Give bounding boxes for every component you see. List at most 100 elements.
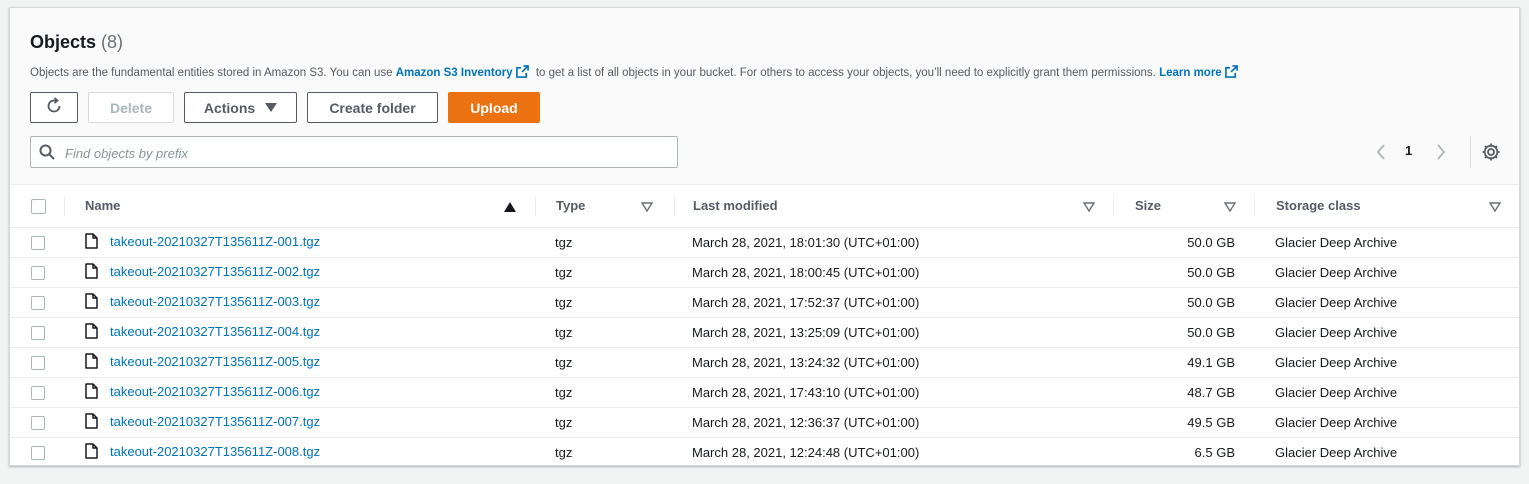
object-name-link[interactable]: takeout-20210327T135611Z-006.tgz (110, 383, 320, 398)
table-row[interactable]: takeout-20210327T135611Z-006.tgz tgz Mar… (10, 377, 1519, 407)
name-cell: takeout-20210327T135611Z-003.tgz (65, 287, 536, 317)
column-header-name[interactable]: Name (65, 185, 536, 227)
sort-icon[interactable] (1223, 200, 1237, 215)
external-link-icon[interactable] (1224, 65, 1238, 81)
refresh-button[interactable] (30, 92, 78, 123)
object-name-link[interactable]: takeout-20210327T135611Z-008.tgz (110, 444, 320, 459)
row-select-cell (10, 257, 65, 287)
column-storage-class-label: Storage class (1276, 198, 1361, 214)
last-modified-cell: March 28, 2021, 17:52:37 (UTC+01:00) (692, 294, 920, 310)
object-name-link[interactable]: takeout-20210327T135611Z-002.tgz (110, 263, 320, 278)
column-header-storage-class[interactable]: Storage class (1255, 185, 1519, 227)
row-checkbox[interactable] (31, 265, 45, 280)
table-body: takeout-20210327T135611Z-001.tgz tgz Mar… (10, 227, 1519, 467)
table-row[interactable]: takeout-20210327T135611Z-003.tgz tgz Mar… (10, 287, 1519, 317)
description-text-1: Objects are the fundamental entities sto… (30, 67, 393, 79)
size-cell: 50.0 GB (1187, 294, 1235, 310)
column-last-modified-label: Last modified (693, 198, 778, 214)
caret-down-icon (265, 103, 278, 112)
row-select-cell (10, 407, 65, 437)
storage-class-cell: Glacier Deep Archive (1275, 384, 1398, 400)
row-checkbox[interactable] (31, 385, 45, 400)
description-text-2: to get a list of all objects in your buc… (535, 67, 1156, 79)
file-icon (85, 322, 98, 342)
object-name-link[interactable]: takeout-20210327T135611Z-001.tgz (110, 233, 320, 248)
objects-description: Objects are the fundamental entities sto… (30, 65, 1242, 81)
search-input[interactable] (63, 137, 667, 169)
object-name-link[interactable]: takeout-20210327T135611Z-007.tgz (110, 413, 320, 428)
type-cell: tgz (555, 294, 573, 310)
name-cell: takeout-20210327T135611Z-001.tgz (65, 227, 536, 257)
file-icon (85, 352, 98, 372)
size-cell: 6.5 GB (1194, 444, 1235, 460)
file-icon (85, 292, 98, 312)
type-cell: tgz (555, 444, 573, 460)
storage-class-cell: Glacier Deep Archive (1275, 324, 1398, 340)
delete-button[interactable]: Delete (88, 92, 174, 123)
sort-icon[interactable] (1488, 200, 1502, 215)
size-cell: 50.0 GB (1187, 264, 1235, 280)
external-link-icon[interactable] (515, 65, 529, 81)
chevron-right-icon[interactable] (1435, 143, 1447, 166)
table-row[interactable]: takeout-20210327T135611Z-001.tgz tgz Mar… (10, 227, 1519, 257)
last-modified-cell: March 28, 2021, 13:24:32 (UTC+01:00) (692, 354, 920, 370)
storage-class-cell: Glacier Deep Archive (1275, 294, 1398, 310)
row-select-cell (10, 287, 65, 317)
s3-inventory-link[interactable]: Amazon S3 Inventory (396, 67, 513, 79)
object-name-link[interactable]: takeout-20210327T135611Z-003.tgz (110, 293, 320, 308)
settings-gear-icon[interactable] (1481, 142, 1501, 167)
refresh-icon (45, 97, 63, 118)
table-row[interactable]: takeout-20210327T135611Z-008.tgz tgz Mar… (10, 437, 1519, 467)
last-modified-cell: March 28, 2021, 18:00:45 (UTC+01:00) (692, 264, 920, 280)
last-modified-cell: March 28, 2021, 17:43:10 (UTC+01:00) (692, 384, 920, 400)
sort-icon[interactable] (640, 200, 654, 215)
search-icon (39, 144, 55, 165)
last-modified-cell: March 28, 2021, 18:01:30 (UTC+01:00) (692, 234, 920, 250)
table-header-row: Name Type Last modified Size Storage cla… (10, 185, 1519, 227)
row-checkbox[interactable] (31, 415, 45, 430)
upload-button[interactable]: Upload (448, 92, 540, 123)
table-row[interactable]: takeout-20210327T135611Z-007.tgz tgz Mar… (10, 407, 1519, 437)
object-name-link[interactable]: takeout-20210327T135611Z-005.tgz (110, 353, 320, 368)
row-checkbox[interactable] (31, 295, 45, 310)
select-all-checkbox[interactable] (31, 198, 46, 214)
column-name-label: Name (85, 198, 121, 214)
type-cell: tgz (555, 324, 573, 340)
storage-class-cell: Glacier Deep Archive (1275, 444, 1398, 460)
object-name-link[interactable]: takeout-20210327T135611Z-004.tgz (110, 323, 320, 338)
row-checkbox[interactable] (31, 235, 45, 250)
column-header-type[interactable]: Type (536, 185, 675, 227)
file-icon (85, 232, 98, 252)
table-row[interactable]: takeout-20210327T135611Z-004.tgz tgz Mar… (10, 317, 1519, 347)
table-row[interactable]: takeout-20210327T135611Z-002.tgz tgz Mar… (10, 257, 1519, 287)
learn-more-link[interactable]: Learn more (1159, 67, 1222, 79)
last-modified-cell: March 28, 2021, 13:25:09 (UTC+01:00) (692, 324, 920, 340)
type-cell: tgz (555, 384, 573, 400)
table-row[interactable]: takeout-20210327T135611Z-005.tgz tgz Mar… (10, 347, 1519, 377)
chevron-left-icon[interactable] (1375, 143, 1387, 166)
objects-count: (8) (101, 32, 124, 52)
objects-header: Objects (8) Objects are the fundamental … (10, 8, 1519, 185)
column-header-size[interactable]: Size (1114, 185, 1255, 227)
storage-class-cell: Glacier Deep Archive (1275, 414, 1398, 430)
row-checkbox[interactable] (31, 446, 45, 461)
current-page-number[interactable]: 1 (1405, 143, 1412, 158)
sort-ascending-icon[interactable] (504, 200, 516, 215)
size-cell: 50.0 GB (1187, 324, 1235, 340)
storage-class-cell: Glacier Deep Archive (1275, 234, 1398, 250)
row-checkbox[interactable] (31, 325, 45, 340)
column-header-last-modified[interactable]: Last modified (675, 185, 1114, 227)
name-cell: takeout-20210327T135611Z-002.tgz (65, 257, 536, 287)
search-box (30, 136, 678, 169)
create-folder-button[interactable]: Create folder (307, 92, 438, 123)
row-select-cell (10, 377, 65, 407)
type-cell: tgz (555, 234, 573, 250)
name-cell: takeout-20210327T135611Z-006.tgz (65, 377, 536, 407)
sort-icon[interactable] (1082, 200, 1096, 215)
name-cell: takeout-20210327T135611Z-005.tgz (65, 347, 536, 377)
objects-table: Name Type Last modified Size Storage cla… (10, 185, 1519, 467)
pager-divider (1470, 136, 1471, 168)
storage-class-cell: Glacier Deep Archive (1275, 264, 1398, 280)
actions-dropdown-button[interactable]: Actions (184, 92, 297, 123)
row-checkbox[interactable] (31, 355, 45, 370)
